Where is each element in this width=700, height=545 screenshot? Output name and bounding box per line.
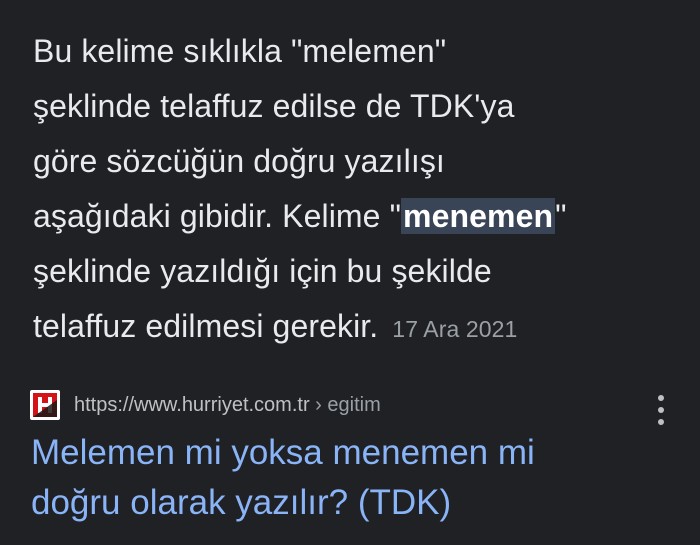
snippet-date: 17 Ara 2021 [392, 316, 518, 342]
dot [658, 395, 664, 401]
hurriyet-logo-icon [30, 390, 60, 420]
title-line: Melemen mi yoksa menemen mi [31, 433, 535, 472]
featured-snippet-text: Bu kelime sıklıkla "melemen" şeklinde te… [33, 24, 673, 357]
snippet-line-text: telaffuz edilmesi gerekir. [33, 308, 379, 344]
result-title-link[interactable]: Melemen mi yoksa menemen mi doğru olarak… [31, 428, 671, 528]
snippet-line: şeklinde telaffuz edilse de TDK'ya [33, 88, 515, 124]
result-source[interactable]: https://www.hurriyet.com.tr › egitim [30, 388, 670, 422]
snippet-line: şeklinde yazıldığı için bu şekilde [33, 253, 492, 289]
dot [658, 419, 664, 425]
url-domain: https://www.hurriyet.com.tr [74, 393, 310, 416]
snippet-line-with-highlight: aşağıdaki gibidir. Kelime "menemen" [33, 189, 673, 244]
snippet-line-with-date: telaffuz edilmesi gerekir. 17 Ara 2021 [33, 299, 673, 357]
closing-quote: " [555, 198, 567, 234]
snippet-line-text: aşağıdaki gibidir. Kelime " [33, 198, 402, 234]
more-options-icon[interactable] [655, 395, 667, 425]
dot [658, 407, 664, 413]
snippet-line: göre sözcüğün doğru yazılışı [33, 143, 445, 179]
url-breadcrumb: › egitim [309, 393, 381, 416]
highlighted-term: menemen [401, 198, 556, 234]
result-url[interactable]: https://www.hurriyet.com.tr › egitim [74, 394, 381, 417]
snippet-line: Bu kelime sıklıkla "melemen" [33, 33, 447, 69]
title-line: doğru olarak yazılır? (TDK) [31, 483, 452, 522]
